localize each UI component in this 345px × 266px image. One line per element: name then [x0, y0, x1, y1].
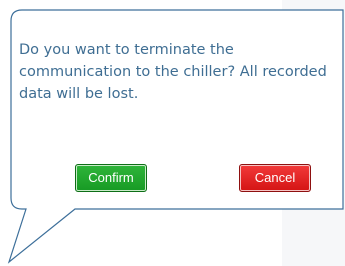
confirm-button[interactable]: Confirm — [75, 164, 147, 192]
confirmation-message: Do you want to terminate the communicati… — [19, 42, 327, 102]
dialog-stage: Do you want to terminate the communicati… — [0, 0, 345, 266]
cancel-button[interactable]: Cancel — [239, 164, 311, 192]
